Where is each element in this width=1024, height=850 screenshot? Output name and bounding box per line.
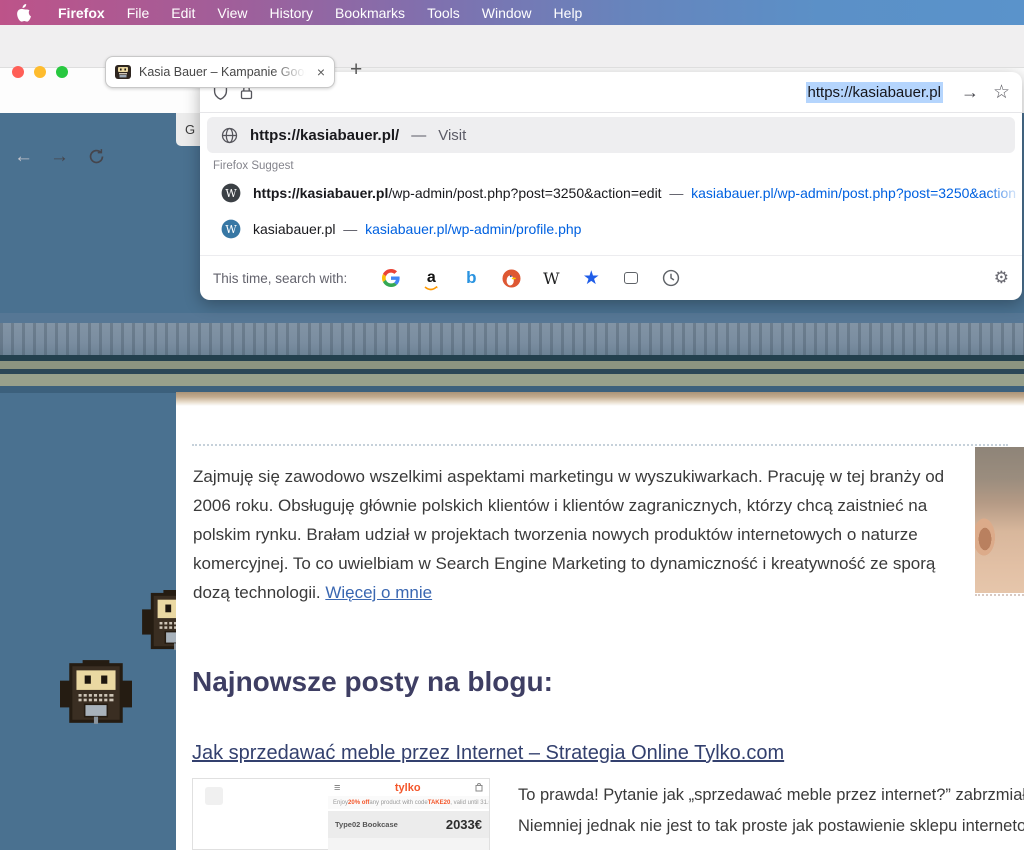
tylko-logo: tylko (340, 782, 475, 794)
screen: Firefox File Edit View History Bookmarks… (0, 0, 1024, 850)
excerpt-line: To prawda! Pytanie jak „sprzedawać meble… (518, 780, 1024, 811)
intro-paragraph: Zajmuję się zawodowo wszelkimi aspektami… (193, 462, 963, 607)
promo-text: Enjoy (333, 800, 348, 806)
bookmark-star-icon[interactable]: ☆ (993, 81, 1010, 104)
menu-item-bookmarks[interactable]: Bookmarks (324, 5, 416, 21)
menu-item-history[interactable]: History (258, 5, 324, 21)
background-band-texture (0, 323, 1024, 355)
search-with-label: This time, search with: (213, 271, 347, 286)
menu-item-file[interactable]: File (116, 5, 161, 21)
browser-tab[interactable]: Kasia Bauer – Kampanie Google × (105, 56, 335, 88)
product-row: Type02 Bookcase 2033€ (328, 811, 489, 838)
bing-search-icon[interactable]: b (462, 269, 481, 288)
background-stripe (0, 361, 1024, 369)
forward-button[interactable]: → (50, 146, 69, 168)
menu-item-edit[interactable]: Edit (160, 5, 206, 21)
apple-icon[interactable] (16, 4, 31, 21)
tab-close-icon[interactable]: × (317, 65, 325, 79)
bookmarks-search-icon[interactable]: ★ (582, 269, 601, 288)
promo-text: any product with code (369, 800, 427, 806)
menu-item-help[interactable]: Help (543, 5, 594, 21)
suggestion-link-url: kasiabauer.pl/wp-admin/profile.php (365, 221, 581, 237)
more-about-me-link[interactable]: Więcej o mnie (325, 583, 432, 602)
urlbar-dropdown-panel: https://kasiabauer.pl → ☆ https://kasiab… (200, 72, 1022, 300)
suggestion-link-url: kasiabauer.pl/wp-admin/post.php?post=325… (691, 185, 1016, 201)
menu-item-firefox[interactable]: Firefox (47, 5, 116, 21)
reload-icon[interactable] (88, 148, 105, 171)
background-stripe (0, 374, 1024, 386)
background-band-soft (0, 313, 1024, 323)
suggestion-row[interactable]: W https://kasiabauer.pl/wp-admin/post.ph… (207, 176, 1022, 210)
svg-text:W: W (225, 187, 237, 200)
tab-title: Kasia Bauer – Kampanie Google (139, 65, 309, 79)
dash: — (343, 221, 357, 237)
tabs-search-icon[interactable] (622, 269, 641, 288)
product-name: Type02 Bookcase (335, 820, 446, 829)
search-engine-row: This time, search with: a b W ★ ⚙ (200, 256, 1022, 300)
tab-bar: Kasia Bauer – Kampanie Google × + (0, 25, 1024, 68)
close-window-button[interactable] (12, 66, 24, 78)
settings-gear-icon[interactable]: ⚙ (994, 268, 1009, 288)
promo-code: TAKE20 (428, 800, 451, 806)
promo-bar: Enjoy 20% off any product with code TAKE… (328, 796, 489, 809)
suggestion-path: /wp-admin/post.php?post=3250&action=edit (388, 185, 661, 201)
header-image-bottom-edge (176, 392, 1024, 406)
wikipedia-search-icon[interactable]: W (542, 269, 561, 288)
divider (200, 112, 1022, 113)
suggestion-url: https://kasiabauer.pl/ (250, 127, 399, 144)
thumbnail-smudge (205, 787, 223, 805)
macos-menu-bar: Firefox File Edit View History Bookmarks… (0, 0, 1024, 25)
tab-favicon-robot-icon (115, 64, 131, 80)
globe-icon (221, 127, 238, 144)
wordpress-icon: W (221, 183, 241, 203)
zoom-window-button[interactable] (56, 66, 68, 78)
google-search-icon[interactable] (382, 269, 401, 288)
intro-text: Zajmuję się zawodowo wszelkimi aspektami… (193, 467, 944, 602)
pixel-robot-mascot-icon (60, 658, 132, 733)
menu-item-window[interactable]: Window (471, 5, 543, 21)
website-content-area: Zajmuję się zawodowo wszelkimi aspektami… (176, 392, 1024, 850)
product-area (328, 838, 489, 850)
dash: — (411, 127, 426, 144)
post-excerpt: To prawda! Pytanie jak „sprzedawać meble… (518, 780, 1024, 850)
profile-photo (975, 447, 1024, 593)
menu-item-view[interactable]: View (206, 5, 258, 21)
promo-text: , valid until 31.03 (450, 800, 489, 806)
shopping-bag-icon (475, 783, 483, 792)
suggestion-title: kasiabauer.pl (253, 221, 336, 237)
amazon-search-icon[interactable]: a (422, 269, 441, 288)
back-button[interactable]: ← (14, 146, 33, 168)
svg-text:W: W (225, 223, 237, 236)
firefox-suggest-label: Firefox Suggest (213, 160, 294, 172)
tylko-screenshot: ≡ tylko Enjoy 20% off any product with c… (328, 779, 489, 850)
duckduckgo-search-icon[interactable] (502, 269, 521, 288)
suggestion-row[interactable]: W kasiabauer.pl — kasiabauer.pl/wp-admin… (207, 212, 1022, 246)
new-tab-button[interactable]: + (350, 58, 362, 82)
product-price: 2033€ (446, 817, 482, 832)
post-thumbnail[interactable]: ≡ tylko Enjoy 20% off any product with c… (192, 778, 490, 850)
suggestion-domain: https://kasiabauer.pl (253, 185, 388, 201)
excerpt-line: Niemniej jednak nie jest to tak proste j… (518, 811, 1024, 842)
dash: — (669, 185, 683, 201)
history-search-icon[interactable] (662, 269, 681, 288)
dotted-divider (192, 444, 1008, 446)
blog-post-link[interactable]: Jak sprzedawać meble przez Internet – St… (192, 742, 784, 765)
url-input-selected-text[interactable]: https://kasiabauer.pl (806, 82, 943, 103)
amazon-letter: a (427, 272, 436, 285)
wordpress-icon: W (221, 219, 241, 239)
fragment-label: G (185, 122, 195, 137)
excerpt-line: i kupowanie reklamy z uwzględnieniem dob… (518, 842, 1024, 850)
visit-action-label: Visit (438, 127, 466, 144)
go-arrow-icon[interactable]: → (961, 82, 979, 103)
blog-section-heading: Najnowsze posty na blogu: (192, 666, 553, 698)
dotted-divider (975, 594, 1024, 596)
suggestion-visit-row[interactable]: https://kasiabauer.pl/ — Visit (207, 117, 1015, 153)
menu-item-tools[interactable]: Tools (416, 5, 471, 21)
minimize-window-button[interactable] (34, 66, 46, 78)
promo-discount: 20% off (348, 800, 369, 806)
